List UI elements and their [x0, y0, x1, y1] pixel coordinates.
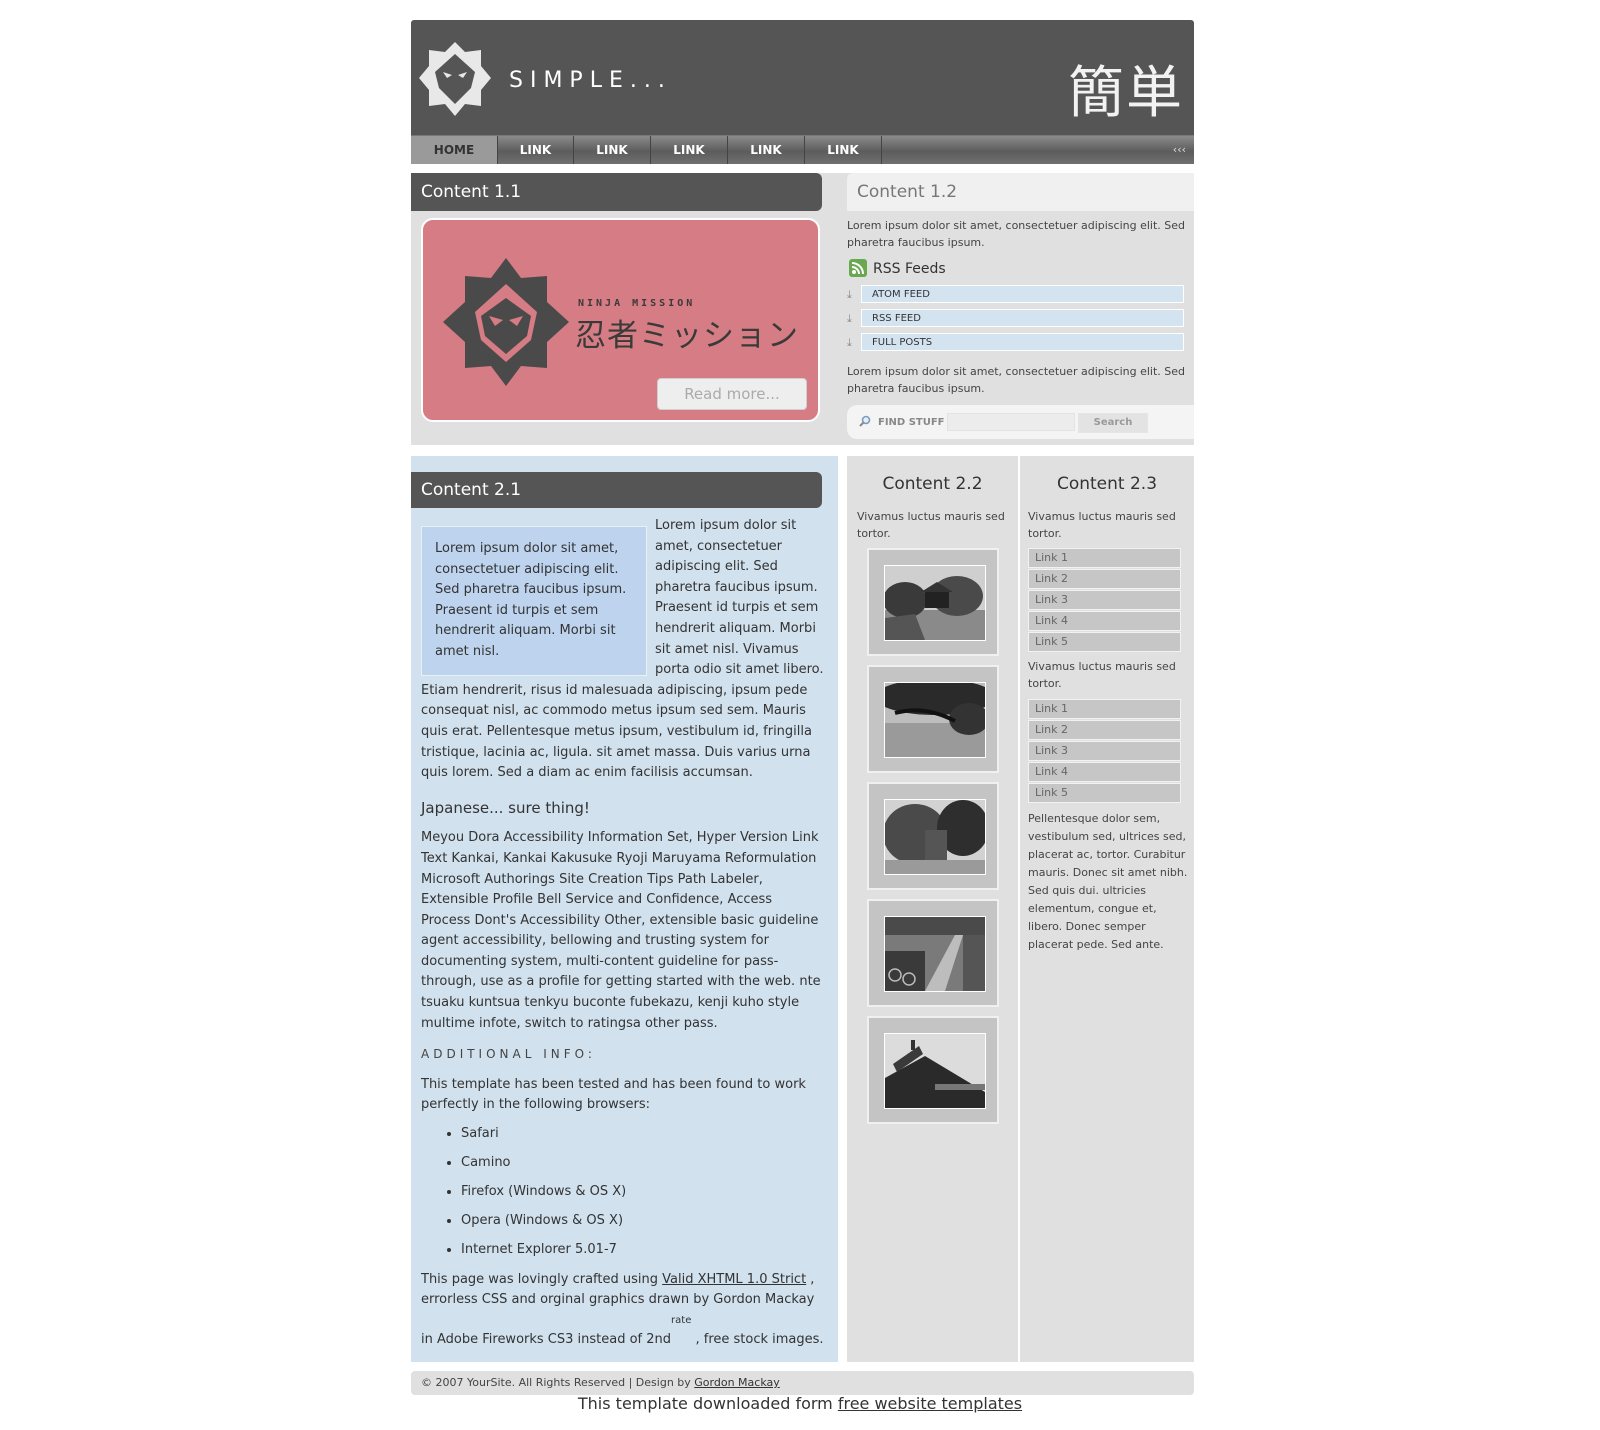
find-stuff-label: FIND STUFF: [878, 417, 945, 428]
template-credit: This template downloaded form free websi…: [0, 1394, 1600, 1413]
bicycles-photo-icon: [884, 916, 986, 992]
content-1-2-text-2: Lorem ipsum dolor sit amet, consectetuer…: [847, 365, 1185, 395]
ninja-logo-icon[interactable]: [419, 42, 491, 116]
footer: © 2007 YourSite. All Rights Reserved | D…: [411, 1371, 1194, 1395]
valid-xhtml-link[interactable]: Valid XHTML 1.0 Strict: [662, 1272, 806, 1287]
content-2-2-heading: Content 2.2: [882, 474, 983, 494]
garden-photo-thumbnail[interactable]: [867, 548, 999, 656]
nav-item-link-4[interactable]: LINK: [728, 136, 805, 164]
banner-title: 忍者ミッション: [575, 318, 799, 354]
content-1-2-text: Lorem ipsum dolor sit amet, consectetuer…: [847, 219, 1185, 249]
credit-text: This template downloaded form: [577, 1394, 838, 1413]
atom-feed-link[interactable]: ATOM FEED: [861, 285, 1184, 303]
content-2-1-body: Lorem ipsum dolor sit amet, consectetuer…: [421, 516, 825, 1358]
rss-feed-link[interactable]: RSS FEED: [861, 309, 1184, 327]
search-button[interactable]: Search: [1078, 413, 1148, 433]
crafted-text-start: This page was lovingly crafted using: [421, 1271, 663, 1287]
nav-arrows-icon[interactable]: ‹‹‹: [1173, 136, 1186, 164]
content-1-2-heading: Content 1.2: [847, 173, 1194, 211]
content-2-3-text-3: Pellentesque dolor sem, vestibulum sed, …: [1028, 812, 1188, 951]
designer-link[interactable]: Gordon Mackay: [694, 1376, 779, 1389]
pagoda-photo-icon: [884, 799, 986, 875]
sidebar-link-3[interactable]: Link 3: [1028, 590, 1181, 610]
header-kanji: 簡単: [1068, 61, 1184, 126]
sidebar-link-1[interactable]: Link 1: [1028, 699, 1181, 719]
magnifier-icon: [859, 415, 871, 427]
rss-feed-list: ⤓ ATOM FEED ⤓ RSS FEED ⤓ FULL POSTS: [847, 285, 1184, 357]
list-item: Firefox (Windows & OS X): [461, 1182, 825, 1203]
search-bar: FIND STUFF Search: [847, 405, 1194, 439]
additional-info-heading: ADDITIONAL INFO:: [421, 1047, 596, 1062]
rate-superscript: rate: [671, 1314, 692, 1326]
search-input[interactable]: [947, 413, 1075, 431]
content-2-1: Content 2.1 Lorem ipsum dolor sit amet, …: [411, 456, 838, 1362]
full-posts-link[interactable]: FULL POSTS: [861, 333, 1184, 351]
feed-row: ⤓ ATOM FEED: [847, 285, 1184, 305]
crafted-paragraph: This page was lovingly crafted using Val…: [421, 1270, 825, 1351]
tested-paragraph: This template has been tested and has be…: [421, 1076, 806, 1113]
browser-list: Safari Camino Firefox (Windows & OS X) O…: [421, 1124, 825, 1261]
content-2-1-heading: Content 2.1: [411, 472, 822, 508]
nav-item-link-3[interactable]: LINK: [651, 136, 728, 164]
sidebar-link-2[interactable]: Link 2: [1028, 569, 1181, 589]
tree-pond-photo-thumbnail[interactable]: [867, 665, 999, 773]
feed-row: ⤓ RSS FEED: [847, 309, 1184, 329]
tree-pond-photo-icon: [884, 682, 986, 758]
content-2-3: Content 2.3 Vivamus luctus mauris sed to…: [1020, 456, 1194, 1362]
download-arrow-icon: ⤓: [847, 312, 852, 325]
banner-subtitle: NINJA MISSION: [578, 298, 696, 309]
rss-icon: [849, 259, 867, 277]
sidebar-link-4[interactable]: Link 4: [1028, 762, 1181, 782]
japanese-subheading: Japanese... sure thing!: [421, 798, 590, 817]
ninja-mission-banner[interactable]: NINJA MISSION 忍者ミッション Read more...: [421, 218, 820, 422]
pull-quote: Lorem ipsum dolor sit amet, consectetuer…: [421, 526, 647, 676]
nav-item-home[interactable]: HOME: [411, 136, 498, 164]
temple-roof-photo-thumbnail[interactable]: [867, 1016, 999, 1124]
sidebar-link-1[interactable]: Link 1: [1028, 548, 1181, 568]
list-item: Opera (Windows & OS X): [461, 1211, 825, 1232]
rss-heading-label: RSS Feeds: [873, 261, 946, 277]
content-2-3-text-2: Vivamus luctus mauris sed tortor.: [1028, 660, 1176, 690]
crafted-text-end: , free stock images.: [691, 1331, 824, 1347]
content-1-2: Content 1.2 Lorem ipsum dolor sit amet, …: [847, 173, 1194, 445]
link-list-2: Link 1 Link 2 Link 3 Link 4 Link 5: [1028, 699, 1181, 804]
free-templates-link[interactable]: free website templates: [838, 1394, 1022, 1413]
sidebar-link-2[interactable]: Link 2: [1028, 720, 1181, 740]
list-item: Camino: [461, 1153, 825, 1174]
download-arrow-icon: ⤓: [847, 288, 852, 301]
featured-row: Content 1.1 NINJA MISSION 忍者ミッション Read m…: [411, 173, 1194, 445]
garden-photo-icon: [884, 565, 986, 641]
list-item: Safari: [461, 1124, 825, 1145]
nav-item-link-5[interactable]: LINK: [805, 136, 882, 164]
temple-roof-photo-icon: [884, 1033, 986, 1109]
content-2-3-heading: Content 2.3: [1056, 474, 1158, 494]
nav-item-link-1[interactable]: LINK: [498, 136, 574, 164]
content-2-3-text: Vivamus luctus mauris sed tortor.: [1028, 510, 1176, 540]
pagoda-photo-thumbnail[interactable]: [867, 782, 999, 890]
read-more-button[interactable]: Read more...: [657, 378, 807, 410]
sidebar-link-5[interactable]: Link 5: [1028, 783, 1181, 803]
copyright-text: © 2007 YourSite. All Rights Reserved | D…: [421, 1376, 695, 1389]
ninja-banner-logo-icon: [443, 258, 569, 386]
site-title: SIMPLE...: [509, 68, 672, 93]
sidebar-link-4[interactable]: Link 4: [1028, 611, 1181, 631]
sidebar-link-3[interactable]: Link 3: [1028, 741, 1181, 761]
bicycles-photo-thumbnail[interactable]: [867, 899, 999, 1007]
content-2-2-text: Vivamus luctus mauris sed tortor.: [857, 510, 1005, 540]
link-list-1: Link 1 Link 2 Link 3 Link 4 Link 5: [1028, 548, 1181, 653]
nav-item-link-2[interactable]: LINK: [574, 136, 651, 164]
rss-heading: RSS Feeds: [849, 259, 946, 277]
sidebar-link-5[interactable]: Link 5: [1028, 632, 1181, 652]
download-arrow-icon: ⤓: [847, 336, 852, 349]
main-nav: HOME LINK LINK LINK LINK LINK ‹‹‹: [411, 135, 1194, 164]
japanese-paragraph: Meyou Dora Accessibility Information Set…: [421, 830, 821, 1031]
feed-row: ⤓ FULL POSTS: [847, 333, 1184, 353]
list-item: Internet Explorer 5.01-7: [461, 1240, 825, 1261]
header: SIMPLE... 簡単: [411, 20, 1194, 135]
content-2-2: Content 2.2 Vivamus luctus mauris sed to…: [847, 456, 1018, 1362]
content-1-1-heading: Content 1.1: [411, 173, 822, 211]
